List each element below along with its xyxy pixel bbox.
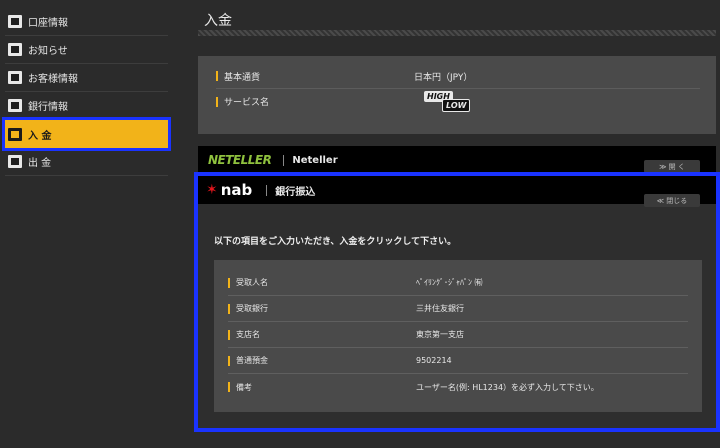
detail-label: 備考 <box>236 382 252 392</box>
title-divider <box>198 30 716 36</box>
sidebar-item-notices[interactable]: お知らせ <box>5 36 168 64</box>
info-label: 基本通貨 <box>224 72 261 83</box>
info-row-service: サービス名 HIGH LOW <box>216 89 700 114</box>
sidebar: 口座情報 お知らせ お客様情報 銀行情報 入 金 出 金 <box>0 0 171 448</box>
info-value: 日本円（JPY） <box>414 72 473 83</box>
sidebar-item-label: お知らせ <box>28 46 68 57</box>
detail-value: ユーザー名(例: HL1234）を必ず入力して下さい。 <box>416 382 599 392</box>
row-marker <box>216 71 218 81</box>
neteller-section[interactable]: NETELLER Neteller <box>198 146 716 174</box>
sidebar-item-withdrawal[interactable]: 出 金 <box>5 148 168 176</box>
sidebar-item-label: 口座情報 <box>28 18 68 29</box>
detail-label: 受取銀行 <box>236 304 268 313</box>
sidebar-item-account-info[interactable]: 口座情報 <box>5 8 168 36</box>
info-label: サービス名 <box>224 98 270 108</box>
account-info-box: 基本通貨 日本円（JPY） サービス名 HIGH LOW <box>198 56 716 134</box>
detail-label: 普通預金 <box>236 356 268 365</box>
nab-logo-text: nab <box>220 181 253 199</box>
sidebar-item-label: お客様情報 <box>28 74 78 85</box>
row-marker <box>216 96 218 107</box>
page-title: 入金 <box>204 13 232 29</box>
sidebar-item-deposit[interactable]: 入 金 <box>2 117 171 151</box>
sidebar-item-label: 銀行情報 <box>28 102 68 113</box>
info-row-currency: 基本通貨 日本円（JPY） <box>216 64 700 89</box>
app-window: 口座情報 お知らせ お客様情報 銀行情報 入 金 出 金 入金 基本通貨 日本円… <box>0 0 720 448</box>
detail-row-branch: 支店名 東京第一支店 <box>228 322 688 348</box>
row-marker <box>228 277 230 288</box>
neteller-title: Neteller <box>292 154 338 166</box>
sidebar-item-label: 入 金 <box>28 130 52 142</box>
divider <box>266 184 268 196</box>
bank-transfer-title: 銀行振込 <box>275 186 316 198</box>
detail-value: 三井住友銀行 <box>416 304 464 313</box>
deposit-icon <box>8 127 22 141</box>
sidebar-item-label: 出 金 <box>28 158 52 169</box>
bank-icon <box>8 99 22 112</box>
nab-star-icon: ✶ <box>206 182 218 198</box>
withdrawal-icon <box>8 155 22 168</box>
row-marker <box>228 382 230 392</box>
highlow-logo: HIGH LOW <box>424 91 471 112</box>
divider <box>283 154 285 166</box>
instruction-text: 以下の項目をご入力いただき、入金をクリックして下さい。 <box>214 237 457 247</box>
row-marker <box>228 303 230 314</box>
neteller-logo: NETELLER <box>208 153 272 167</box>
detail-row-remarks: 備考 ユーザー名(例: HL1234）を必ず入力して下さい。 <box>228 374 688 400</box>
detail-label: 受取人名 <box>236 278 268 287</box>
detail-value: 東京第一支店 <box>416 330 464 339</box>
row-marker <box>228 355 230 366</box>
bank-details-box: 受取人名 ﾍﾟｲﾘﾝｸﾞ･ｼﾞｬﾊﾟﾝ ㈲ 受取銀行 三井住友銀行 支店名 東京… <box>214 260 702 412</box>
detail-row-account: 普通預金 9502214 <box>228 348 688 374</box>
bank-transfer-panel: ✶ nab 銀行振込 ≪ 閉じる 以下の項目をご入力いただき、入金をクリックして… <box>194 172 720 432</box>
sidebar-item-customer-info[interactable]: お客様情報 <box>5 64 168 92</box>
logo-low-text: LOW <box>442 99 471 112</box>
row-marker <box>228 329 230 340</box>
detail-value: 9502214 <box>416 356 452 365</box>
customer-icon <box>8 71 22 84</box>
notice-icon <box>8 43 22 56</box>
main-content: 入金 基本通貨 日本円（JPY） サービス名 HIGH LOW NETELLER… <box>194 0 720 448</box>
bank-close-button[interactable]: ≪ 閉じる <box>644 194 700 207</box>
account-info-icon <box>8 15 22 28</box>
neteller-open-button[interactable]: ≫ 開 く <box>644 160 700 173</box>
bank-transfer-header[interactable]: ✶ nab 銀行振込 <box>198 176 716 204</box>
detail-value: ﾍﾟｲﾘﾝｸﾞ･ｼﾞｬﾊﾟﾝ ㈲ <box>416 278 483 287</box>
detail-row-payee: 受取人名 ﾍﾟｲﾘﾝｸﾞ･ｼﾞｬﾊﾟﾝ ㈲ <box>228 270 688 296</box>
detail-label: 支店名 <box>236 330 260 339</box>
nab-logo: ✶ nab <box>206 181 252 199</box>
sidebar-item-bank-info[interactable]: 銀行情報 <box>5 92 168 120</box>
detail-row-bank: 受取銀行 三井住友銀行 <box>228 296 688 322</box>
